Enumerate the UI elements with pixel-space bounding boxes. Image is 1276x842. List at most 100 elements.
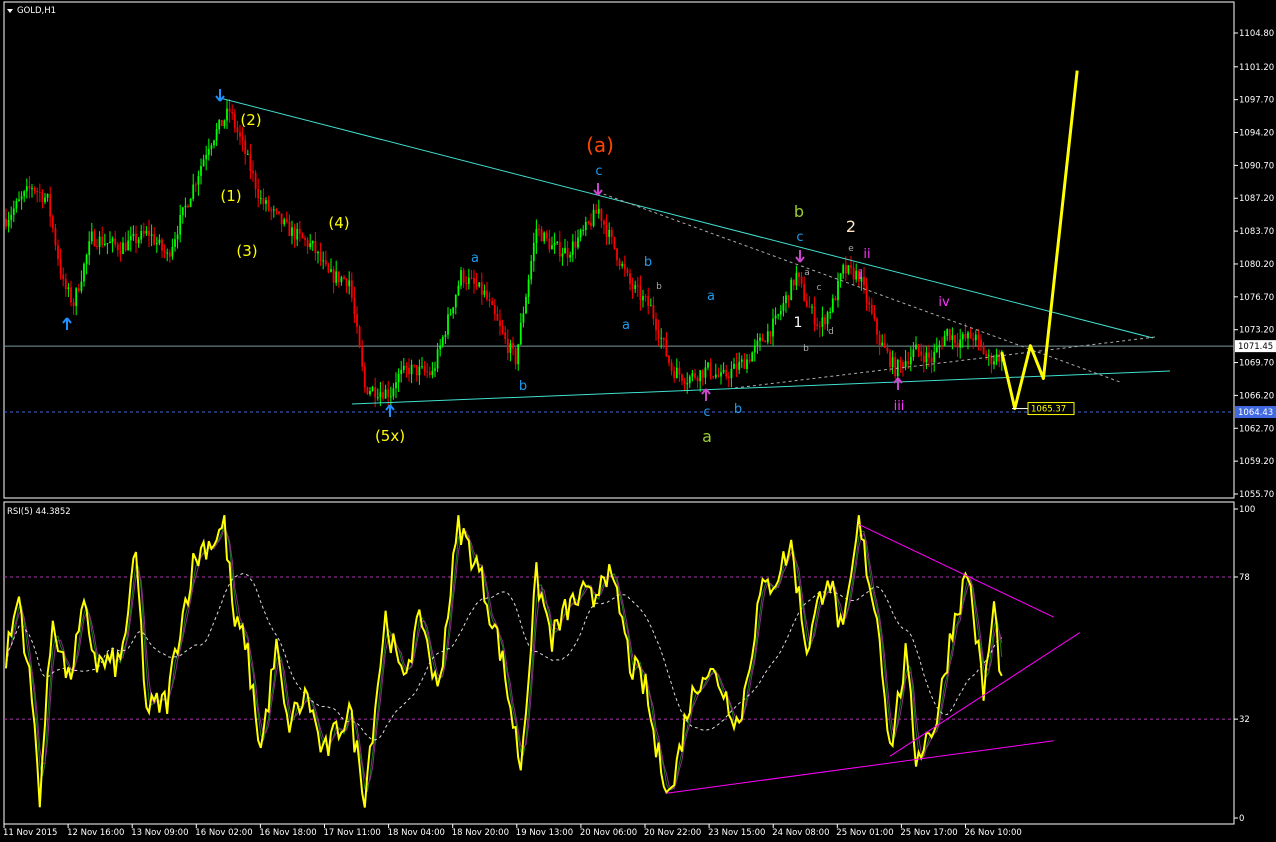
- candle-body: [985, 354, 988, 356]
- candle-body: [158, 239, 161, 244]
- candle-body: [556, 241, 559, 243]
- candle-body: [361, 347, 364, 367]
- wave-label-c: c: [595, 164, 602, 179]
- candle-body: [106, 242, 109, 244]
- candle-body: [642, 296, 644, 301]
- candle-body: [272, 209, 275, 211]
- candle-body: [171, 246, 174, 257]
- candle-body: [746, 359, 748, 369]
- time-tick-label: 20 Nov 06:00: [580, 828, 637, 838]
- candle-body: [852, 267, 855, 280]
- wave-label-b-small: b: [803, 344, 809, 354]
- candle-body: [114, 238, 117, 245]
- candle-body: [101, 236, 104, 246]
- candle-body: [517, 344, 520, 365]
- candle-body: [753, 345, 756, 353]
- candle-body: [696, 377, 699, 382]
- candle-body: [311, 240, 314, 244]
- candle-body: [244, 140, 247, 155]
- wave-label-iii: iii: [894, 399, 905, 414]
- wave-label-iv: iv: [938, 295, 950, 310]
- candle-body: [735, 363, 738, 370]
- candle-body: [317, 251, 319, 254]
- candle-body: [790, 279, 793, 301]
- candle-body: [304, 238, 306, 240]
- candle-body: [441, 336, 444, 346]
- candle-body: [161, 239, 163, 251]
- candle-body: [881, 342, 884, 346]
- candle-body: [712, 376, 715, 378]
- wave-label-a: a: [707, 289, 715, 304]
- candle-body: [298, 228, 301, 234]
- candle-body: [613, 236, 616, 249]
- candle-body: [418, 366, 421, 376]
- candle-body: [920, 351, 923, 356]
- candle-body: [488, 299, 491, 302]
- candle-body: [829, 311, 832, 313]
- candle-body: [70, 287, 72, 303]
- candle-body: [233, 113, 236, 128]
- candle-body: [686, 383, 689, 385]
- candle-body: [168, 252, 171, 257]
- candle-body: [902, 362, 904, 368]
- candle-body: [974, 334, 977, 341]
- candle-body: [12, 208, 15, 215]
- time-tick-label: 24 Nov 08:00: [772, 828, 829, 838]
- candle-body: [748, 359, 751, 362]
- candle-body: [574, 241, 577, 248]
- candle-body: [340, 277, 343, 283]
- candle-body: [20, 196, 23, 200]
- candle-body: [239, 132, 241, 137]
- candle-body: [75, 288, 78, 306]
- candle-body: [428, 372, 431, 376]
- candle-body: [761, 337, 764, 342]
- time-tick-label: 11 Nov 2015: [3, 828, 57, 838]
- candle-body: [584, 221, 587, 231]
- candle-body: [639, 286, 642, 301]
- candle-body: [88, 241, 91, 256]
- candle-body: [811, 306, 813, 308]
- candle-body: [64, 279, 67, 290]
- candle-body: [831, 298, 834, 312]
- candle-body: [270, 209, 273, 211]
- candle-body: [374, 387, 377, 398]
- price-tick-label: 1094.20: [1239, 129, 1274, 139]
- candle-body: [756, 340, 759, 346]
- candle-body: [514, 348, 517, 365]
- candle-body: [7, 219, 10, 227]
- candle-body: [345, 279, 348, 287]
- candle-body: [179, 215, 182, 235]
- candle-body: [33, 187, 36, 191]
- candle-body: [77, 288, 80, 291]
- candle-body: [688, 376, 691, 384]
- candle-body: [673, 371, 676, 379]
- up-arrow-icon: [701, 388, 711, 401]
- candle-body: [241, 136, 244, 141]
- candle-body: [681, 374, 683, 381]
- candle-body: [423, 366, 426, 372]
- candle-body: [519, 322, 522, 345]
- candle-body: [98, 236, 101, 247]
- candle-body: [376, 397, 379, 399]
- candle-body: [798, 272, 800, 278]
- wave-label-a-small: a: [804, 268, 810, 278]
- price-tick-label: 1066.20: [1239, 391, 1274, 401]
- rsi-triangle-upper: [858, 523, 1055, 618]
- candle-body: [935, 347, 938, 352]
- candle-body: [257, 188, 260, 199]
- candle-body: [930, 357, 933, 363]
- candle-body: [38, 191, 41, 193]
- candle-body: [725, 370, 728, 377]
- candle-body: [67, 287, 70, 290]
- candle-body: [465, 283, 468, 285]
- price-tick-label: 1059.20: [1239, 457, 1274, 467]
- candle-body: [291, 227, 293, 236]
- candle-body: [506, 339, 509, 353]
- candle-body: [600, 208, 603, 221]
- candle-body: [501, 326, 504, 333]
- candle-body: [792, 279, 795, 286]
- candle-body: [579, 230, 582, 238]
- up-arrow-icon: [385, 404, 395, 417]
- candle-body: [85, 255, 88, 264]
- rsi-level-label: 100: [1239, 505, 1255, 515]
